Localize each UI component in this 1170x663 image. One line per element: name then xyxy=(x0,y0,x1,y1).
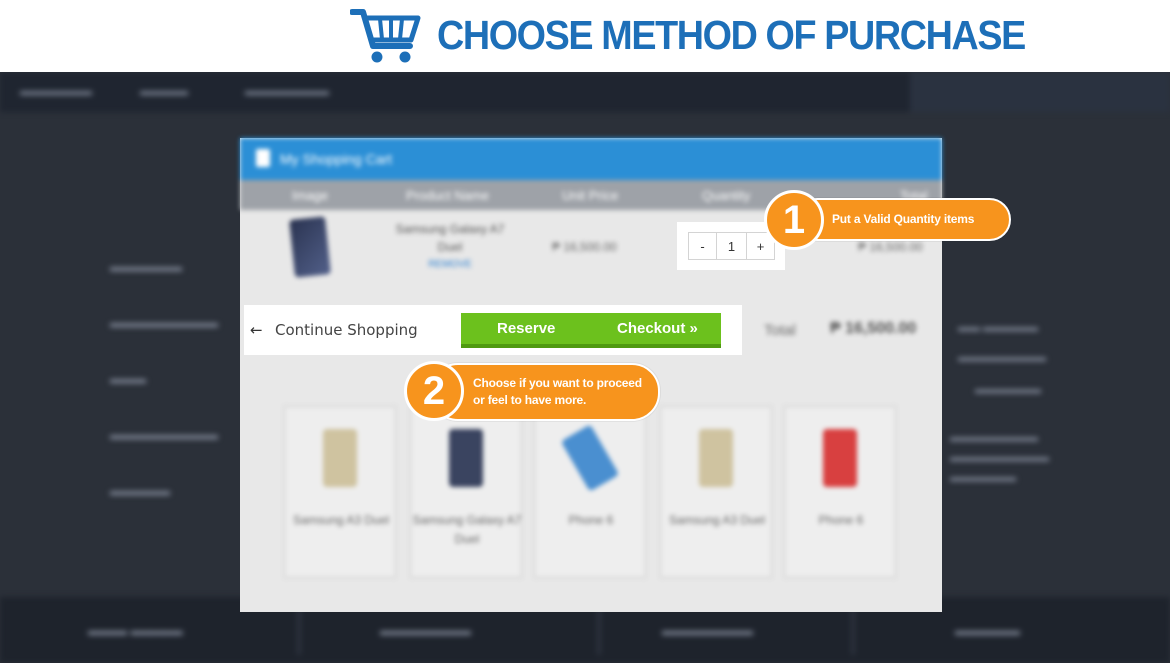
product-image xyxy=(699,429,733,487)
column-header: Unit Price xyxy=(562,188,619,203)
product-image xyxy=(560,424,620,492)
instruction-banner: CHOOSE METHOD OF PURCHASE xyxy=(0,0,1170,72)
product-card[interactable]: Phone 6 xyxy=(784,406,896,578)
quantity-minus-button[interactable]: - xyxy=(688,232,717,260)
continue-shopping-label: Continue Shopping xyxy=(275,321,418,339)
cart-total-value: ₱ 16,500.00 xyxy=(830,320,917,337)
product-card[interactable]: Samsung Galaxy A7 Duel xyxy=(410,406,522,578)
modal-header: My Shopping Cart xyxy=(240,138,942,180)
column-header: Product Name xyxy=(406,188,490,203)
arrow-left-icon: ← xyxy=(250,321,263,339)
product-card[interactable]: Samsung A3 Duel xyxy=(284,406,396,578)
product-card[interactable]: Phone 6 xyxy=(534,406,646,578)
shopping-cart-icon xyxy=(350,9,421,63)
cart-total-label: Total xyxy=(764,322,796,339)
quantity-input[interactable]: 1 xyxy=(717,232,746,260)
product-image xyxy=(449,429,483,487)
purchase-button-bar: Reserve Checkout » xyxy=(461,313,721,348)
column-header: Image xyxy=(292,188,329,203)
banner-title: CHOOSE METHOD OF PURCHASE xyxy=(437,12,1026,58)
product-name: Samsung A3 Duel xyxy=(668,513,766,527)
cart-item-name: Samsung Galaxy A7 Duel REMOVE xyxy=(390,220,510,274)
cart-item-unit-price: ₱ 16,500.00 xyxy=(552,240,617,254)
modal-title: My Shopping Cart xyxy=(280,151,393,167)
shopping-bag-icon xyxy=(256,149,270,167)
checkout-button[interactable]: Checkout » xyxy=(617,320,698,337)
cart-item-image xyxy=(289,216,331,278)
callout-quantity-text: Put a Valid Quantity items xyxy=(832,212,975,226)
product-name: Samsung A3 Duel xyxy=(292,513,390,527)
action-highlight: ← Continue Shopping Reserve Checkout » xyxy=(244,305,742,355)
background-nav: ▬▬▬▬▬▬ ▬▬▬▬ ▬▬▬▬▬▬▬ xyxy=(0,72,1170,112)
continue-shopping-link[interactable]: ← Continue Shopping xyxy=(250,321,418,339)
callout-purchase-text: Choose if you want to proceed or feel to… xyxy=(473,376,642,407)
column-header: Quantity xyxy=(702,188,751,203)
product-name: Samsung Galaxy A7 Duel xyxy=(412,513,522,546)
reserve-button[interactable]: Reserve xyxy=(497,320,555,337)
product-name: Phone 6 xyxy=(568,513,614,527)
product-image xyxy=(323,429,357,487)
product-image xyxy=(823,429,857,487)
callout-number-badge: 2 xyxy=(404,361,464,421)
callout-number-badge: 1 xyxy=(764,190,824,250)
cart-item-total: ₱ 16,500.00 xyxy=(858,240,923,254)
remove-link[interactable]: REMOVE xyxy=(390,256,510,274)
product-name: Phone 6 xyxy=(818,513,864,527)
quantity-stepper: - 1 + xyxy=(688,232,775,260)
product-card[interactable]: Samsung A3 Duel xyxy=(660,406,772,578)
